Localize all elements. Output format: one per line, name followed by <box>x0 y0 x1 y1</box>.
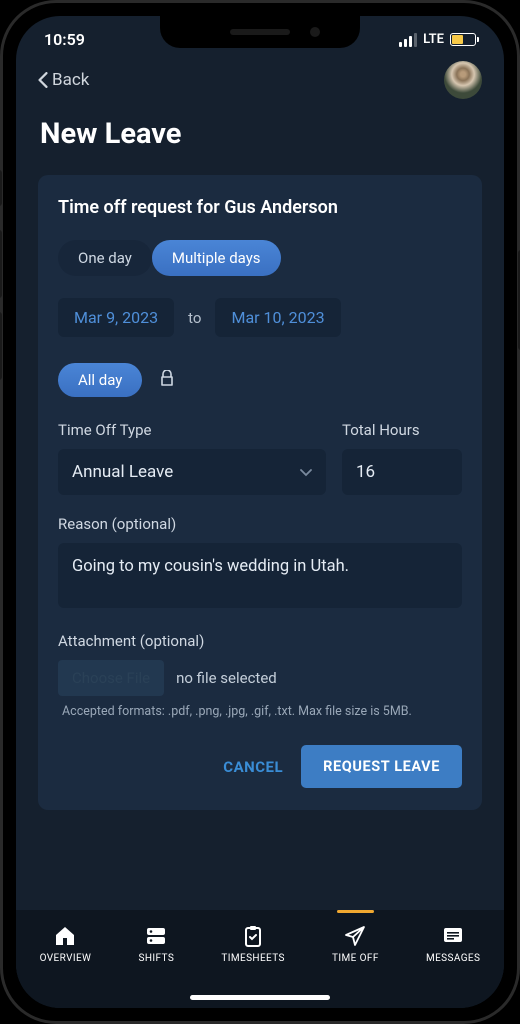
request-leave-button[interactable]: REQUEST LEAVE <box>301 745 462 788</box>
file-hint: Accepted formats: .pdf, .png, .jpg, .gif… <box>58 704 462 719</box>
to-label: to <box>188 309 201 327</box>
back-button[interactable]: Back <box>38 70 89 90</box>
nav-timesheets[interactable]: TIMESHEETS <box>221 924 284 964</box>
nav-messages[interactable]: MESSAGES <box>426 924 480 964</box>
total-hours-input[interactable]: 16 <box>342 449 462 495</box>
reason-value: Going to my cousin's wedding in Utah. <box>72 557 349 576</box>
clipboard-icon <box>240 924 266 948</box>
time-off-type-select[interactable]: Annual Leave <box>58 449 326 495</box>
hours-value: 16 <box>356 462 375 482</box>
reason-textarea[interactable]: Going to my cousin's wedding in Utah. <box>58 543 462 608</box>
home-icon <box>52 924 78 948</box>
nav-overview[interactable]: OVERVIEW <box>40 924 92 964</box>
reason-label: Reason (optional) <box>58 515 462 533</box>
screen: 10:59 LTE Back New Leave Time off reques… <box>16 16 504 1008</box>
duration-tabs: One day Multiple days <box>58 240 462 276</box>
type-value: Annual Leave <box>72 462 173 482</box>
nav-messages-label: MESSAGES <box>426 953 480 964</box>
phone-frame: 10:59 LTE Back New Leave Time off reques… <box>0 0 520 1024</box>
form-heading: Time off request for Gus Anderson <box>58 197 462 218</box>
chevron-left-icon <box>38 72 48 88</box>
type-label: Time Off Type <box>58 421 326 439</box>
nav-shifts-label: SHIFTS <box>139 953 175 964</box>
all-day-toggle[interactable]: All day <box>58 363 142 397</box>
nav-timeoff[interactable]: TIME OFF <box>332 924 379 964</box>
signal-icon <box>399 33 417 47</box>
choose-file-button[interactable]: Choose File <box>58 660 164 696</box>
plane-icon <box>342 924 368 948</box>
nav-timesheets-label: TIMESHEETS <box>221 953 284 964</box>
attachment-label: Attachment (optional) <box>58 632 462 650</box>
tab-multiple-days[interactable]: Multiple days <box>152 240 281 276</box>
end-date-input[interactable]: Mar 10, 2023 <box>215 298 340 337</box>
leave-form-card: Time off request for Gus Anderson One da… <box>38 175 482 810</box>
network-label: LTE <box>423 32 444 47</box>
page-title: New Leave <box>16 109 504 175</box>
hours-label: Total Hours <box>342 421 462 439</box>
tab-one-day[interactable]: One day <box>58 240 152 276</box>
page-header: Back <box>16 55 504 109</box>
avatar[interactable] <box>444 61 482 99</box>
nav-shifts[interactable]: SHIFTS <box>139 924 175 964</box>
home-indicator[interactable] <box>190 995 330 1000</box>
nav-timeoff-label: TIME OFF <box>332 953 379 964</box>
no-file-label: no file selected <box>176 669 277 687</box>
nav-overview-label: OVERVIEW <box>40 953 92 964</box>
battery-icon <box>450 33 476 46</box>
shifts-icon <box>143 924 169 948</box>
cancel-button[interactable]: CANCEL <box>223 758 283 776</box>
message-icon <box>440 924 466 948</box>
clock: 10:59 <box>44 30 85 49</box>
chevron-down-icon <box>300 462 312 482</box>
back-label: Back <box>52 70 89 90</box>
bottom-nav: OVERVIEW SHIFTS TIMESHEETS TIME OFF MESS… <box>16 910 504 1008</box>
notch <box>160 16 360 48</box>
lock-icon <box>160 370 174 390</box>
start-date-input[interactable]: Mar 9, 2023 <box>58 298 174 337</box>
